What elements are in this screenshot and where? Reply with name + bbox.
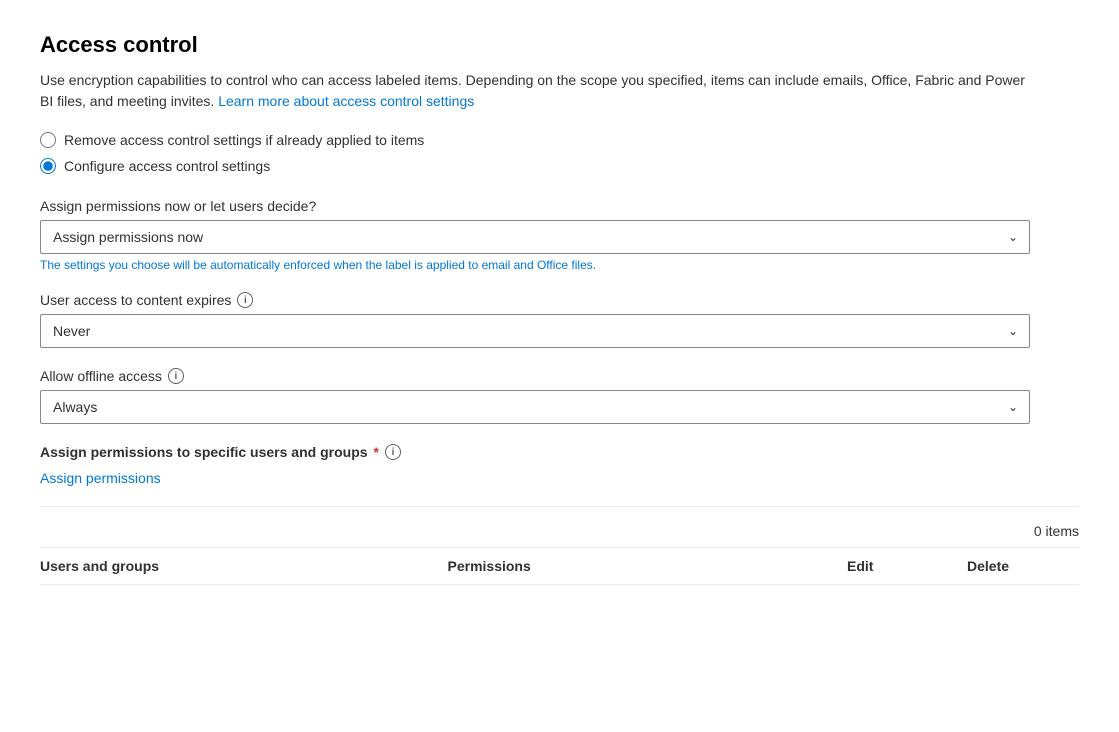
table-header: Users and groups Permissions Edit Delete (40, 547, 1079, 585)
offline-access-dropdown[interactable]: Always Never Only for a number of days (40, 390, 1030, 424)
assign-specific-section: Assign permissions to specific users and… (40, 444, 1079, 486)
description-text: Use encryption capabilities to control w… (40, 72, 1025, 109)
offline-access-dropdown-wrapper: Always Never Only for a number of days ⌄ (40, 390, 1030, 424)
page-title: Access control (40, 32, 1079, 58)
permissions-dropdown-wrapper: Assign permissions now Let users assign … (40, 220, 1030, 254)
radio-configure-input[interactable] (40, 158, 56, 174)
radio-item-configure[interactable]: Configure access control settings (40, 158, 1079, 174)
radio-remove-input[interactable] (40, 132, 56, 148)
user-access-label: User access to content expires i (40, 292, 1079, 308)
table-section: 0 items Users and groups Permissions Edi… (40, 506, 1079, 585)
assign-permissions-link[interactable]: Assign permissions (40, 470, 161, 486)
permissions-dropdown-section: Assign permissions now or let users deci… (40, 198, 1079, 272)
radio-configure-label: Configure access control settings (64, 158, 270, 174)
user-access-info-icon[interactable]: i (237, 292, 253, 308)
radio-item-remove[interactable]: Remove access control settings if alread… (40, 132, 1079, 148)
table-header-edit: Edit (839, 558, 959, 574)
user-access-dropdown-wrapper: Never On a specific date A number of day… (40, 314, 1030, 348)
assign-specific-info-icon[interactable]: i (385, 444, 401, 460)
learn-more-link[interactable]: Learn more about access control settings (218, 93, 474, 109)
page-description: Use encryption capabilities to control w… (40, 70, 1030, 112)
required-star: * (374, 444, 379, 460)
offline-access-section: Allow offline access i Always Never Only… (40, 368, 1079, 424)
user-access-section: User access to content expires i Never O… (40, 292, 1079, 348)
radio-remove-label: Remove access control settings if alread… (64, 132, 424, 148)
table-header-permissions: Permissions (440, 558, 840, 574)
permissions-dropdown[interactable]: Assign permissions now Let users assign … (40, 220, 1030, 254)
offline-access-info-icon[interactable]: i (168, 368, 184, 384)
offline-access-label: Allow offline access i (40, 368, 1079, 384)
radio-group: Remove access control settings if alread… (40, 132, 1079, 174)
table-header-users-groups: Users and groups (40, 558, 440, 574)
permissions-dropdown-label: Assign permissions now or let users deci… (40, 198, 1079, 214)
assign-specific-label: Assign permissions to specific users and… (40, 444, 1079, 460)
user-access-dropdown[interactable]: Never On a specific date A number of day… (40, 314, 1030, 348)
table-header-delete: Delete (959, 558, 1079, 574)
divider-top (40, 506, 1079, 507)
items-count: 0 items (40, 523, 1079, 539)
permissions-hint-text: The settings you choose will be automati… (40, 258, 1079, 272)
